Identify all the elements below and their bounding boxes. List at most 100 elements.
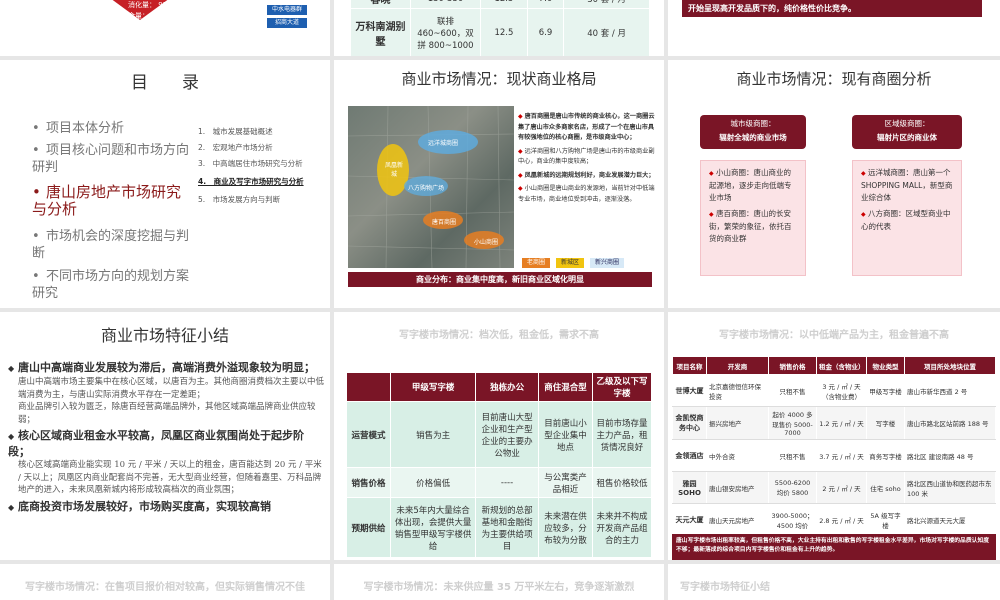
bullet-icon: ◆: [518, 185, 523, 192]
project-name-cell: 世博大厦: [672, 374, 707, 407]
column-header: 甲级写字楼: [389, 372, 477, 402]
table-cell: 30 套 / 月: [563, 0, 650, 9]
table-cell: 40 套 / 月: [563, 8, 650, 56]
table-header-row: 甲级写字楼 独栋办公 商住混合型 乙级及以下写字楼: [346, 372, 652, 402]
column-header: [346, 372, 391, 402]
villa-table: 春晓 130-330 12.5 7.0 30 套 / 月 万科南湖别墅 联排 4…: [350, 0, 650, 56]
satellite-map: 凤凰新城 远洋城商圈 八方购物广场 唐百商圈 小山商圈: [348, 106, 514, 268]
diamond-icon: ◆: [8, 502, 15, 512]
table-cell: 2.8 元 / ㎡ / 天: [816, 503, 867, 536]
table-row: 天元大厦 唐山天元房地产 3900-5000；4500 均价 2.8 元 / ㎡ / …: [672, 503, 996, 536]
slide-commercial-pattern[interactable]: 商业市场情况：现状商业格局 凤凰新城 远洋城商圈 八方购物广场 唐百商圈 小山商…: [334, 60, 664, 308]
toc-subitem[interactable]: 3. 中高端居住市场研究与分析: [198, 158, 303, 169]
column-header: 项目名称: [672, 356, 707, 375]
table-cell: 7.0: [526, 0, 565, 9]
slide-office-market[interactable]: 写字楼市场情况：档次低，租金低，需求不高 甲级写字楼 独栋办公 商住混合型 乙级…: [334, 312, 664, 560]
office-type-table: 甲级写字楼 独栋办公 商住混合型 乙级及以下写字楼 运营模式 销售为主 目前唐山…: [346, 372, 652, 558]
table-cell: 未来5年内大量综合体出现，会提供大量销售型甲级写字楼供给: [389, 497, 477, 558]
table-cell: 未来并不构成开发商产品组合的主力: [592, 497, 652, 558]
table-cell: 目前市场存量主力产品，租赁情况良好: [592, 401, 652, 468]
district-level-list: ◆ 远洋城商圈：唐山第一个 SHOPPING MALL，新型商业综合体 ◆ 八方…: [852, 160, 962, 276]
toc-item[interactable]: • 不同市场方向的规划方案研究: [32, 268, 192, 302]
table-cell: 12.5: [480, 0, 528, 9]
column-header: 开发商: [706, 356, 769, 375]
slide-district-analysis[interactable]: 商业市场情况：现有商圈分析 城市级商圈： 辐射全城的商业市场 区域级商圈： 辐射片区…: [668, 60, 1000, 308]
column-header: 项目所处地块位置: [904, 356, 996, 375]
competition-note: 开始呈现高开发品质下的，纯价格性价比竞争。: [682, 0, 982, 17]
slide-office-summary[interactable]: 写字楼市场特征小结: [668, 564, 1000, 600]
toc-item[interactable]: • 项目本体分析: [32, 120, 124, 137]
table-cell: 12.5: [480, 8, 528, 56]
map-label: 凤凰新城: [384, 162, 403, 178]
table-cell: 路北兴源道天元大厦: [904, 503, 996, 536]
column-header: 乙级及以下写字楼: [592, 372, 652, 402]
toc-subitem-active[interactable]: 4. 商业及写字市场研究与分析: [198, 176, 304, 187]
slide-toc[interactable]: 目 录 • 项目本体分析 • 项目核心问题和市场方向研判 • 唐山房地产市场研究与分析…: [0, 60, 330, 308]
slide-office-supply[interactable]: 写字楼市场情况：未来供应量 35 万平米左右，竞争逐渐激烈: [334, 564, 664, 600]
toc-subitem[interactable]: 2. 宏观地产市场分析: [198, 142, 273, 153]
toc-title: 目 录: [131, 73, 199, 93]
table-cell: 唐山市路北区站前路 188 号: [904, 406, 996, 440]
diamond-icon: ◆: [8, 432, 15, 441]
slide-commercial-summary[interactable]: 商业市场特征小结 ◆ 唐山中高端商业发展较为滞后，高端消费外溢现象较为明显； 唐…: [0, 312, 330, 560]
table-cell: ----: [475, 467, 539, 498]
table-row: 世博大厦 北京嘉德恒信环保投资 只租不售 3 元 / ㎡ / 天（含物业费） 甲级写字楼…: [672, 374, 996, 407]
map-label: 小山商圈: [474, 239, 499, 246]
slide-title: 商业市场情况：现有商圈分析: [736, 70, 932, 88]
slide-office-projects[interactable]: 写字楼市场情况：以中低端产品为主，租金普遍不高 项目名称 开发商 销售价格 租金…: [668, 312, 1000, 560]
project-name: 万科南湖别墅: [350, 8, 411, 56]
table-cell: 3 元 / ㎡ / 天（含物业费）: [816, 374, 867, 407]
table-cell: 只租不售: [768, 374, 817, 407]
bullet-icon: ◆: [518, 171, 523, 179]
table-cell: 目前唐山大型企业和生产型企业的主要办公物业: [475, 401, 539, 468]
table-cell: 北京嘉德恒信环保投资: [706, 374, 769, 407]
slide-office-pricing[interactable]: 写字楼市场情况：在售项目报价相对较高，但实际销售情况不佳: [0, 564, 330, 600]
table-cell: 销售为主: [389, 401, 477, 468]
table-cell: 5A 级写字楼: [866, 503, 905, 536]
toc-subitem[interactable]: 5. 市场发展方向与判断: [198, 194, 280, 205]
tag-box: 招商大道: [267, 18, 307, 28]
toc-item-active[interactable]: • 唐山房地产市场研究与分析: [32, 184, 194, 218]
table-cell: 新规划的总部基地和金融街为主要供给项目: [475, 497, 539, 558]
row-header: 销售价格: [346, 467, 391, 498]
bullet-item: ◆ 小山商圈是唐山商业的发源地，当前针对中低端专业市场，商业地位受到冲击，逐渐没…: [518, 185, 655, 203]
table-cell: 6.9: [526, 8, 565, 56]
toc-item[interactable]: • 市场机会的深度挖掘与判断: [32, 228, 192, 262]
table-cell: 目前唐山小型企业集中地点: [537, 401, 594, 468]
table-cell: 3.7 元 / ㎡ / 天: [816, 439, 867, 472]
table-row: 雅园 SOHO 唐山银安房地产 5500-6200 均价 5800 2 元 / ㎡ /…: [672, 471, 996, 504]
slide-title: 写字楼市场情况：档次低，租金低，需求不高: [399, 330, 599, 341]
slide-competition[interactable]: 开始呈现高开发品质下的，纯价格性价比竞争。: [668, 0, 1000, 56]
list-item: ◆ 小山商圈：唐山商业的起源地，逐步走向低端专业市场: [709, 168, 792, 202]
table-cell: 中外合资: [706, 439, 769, 472]
pattern-caption: 商业分布：商业集中度高，新旧商业区域化明显: [348, 272, 652, 287]
table-row: 金凯悦商务中心 振兴房地产 起价 4000 多现售价 5000-7000 1.2 元 …: [672, 406, 996, 440]
project-name-cell: 天元大厦: [672, 503, 707, 536]
slide-villa-table[interactable]: 春晓 130-330 12.5 7.0 30 套 / 月 万科南湖别墅 联排 4…: [334, 0, 664, 56]
table-header-row: 项目名称 开发商 销售价格 租金（含物业） 物业类型 项目所处地块位置: [672, 356, 996, 375]
slide-title: 商业市场情况：现状商业格局: [401, 70, 597, 88]
toc-item[interactable]: • 项目核心问题和市场方向研判: [32, 142, 192, 176]
list-item: ◆ 八方商圈：区域型商业中心的代表: [861, 209, 951, 231]
table-cell: 振兴房地产: [706, 406, 769, 440]
pattern-bullets: ◆ 唐百商圈是唐山市传统的商业核心，这一商圈云集了唐山市众多商家名店，形成了一个…: [518, 112, 656, 205]
projects-note: 唐山写字楼市场出租率较高，但租售价格不高，大业主持有出租和散售的写字楼租金水平差…: [672, 534, 996, 560]
list-item: ◆ 唐百商圈：唐山的长安街，繁荣的象征，依托百货的商业群: [709, 209, 792, 243]
table-cell: 130-330: [410, 0, 481, 9]
column-header: 销售价格: [768, 356, 817, 375]
table-cell: 路北区 建设南路 48 号: [904, 439, 996, 472]
slide-land-supply[interactable]: 消化量： 93 万 m² 余量： 322 万 m² 中水电器群 招商大道: [0, 0, 330, 56]
table-cell: 只租不售: [768, 439, 817, 472]
column-header: 物业类型: [866, 356, 905, 375]
table-cell: 2 元 / ㎡ / 天: [816, 471, 867, 504]
district-level-pill: 区域级商圈： 辐射片区的商业体: [852, 115, 962, 149]
table-cell: 春晓: [350, 0, 411, 9]
row-header: 运营模式: [346, 401, 391, 468]
column-header: 独栋办公: [475, 372, 539, 402]
legend-old: 老商圈: [522, 258, 550, 268]
bullet-item: ◆ 凤凰新城的远期规划利好，商业发展潜力巨大；: [518, 171, 655, 179]
bullet-item: ◆ 远洋商圈和八方购物广场是唐山市的市级商业副中心，商业的集中度较高；: [518, 147, 655, 166]
table-cell: 唐山天元房地产: [706, 503, 769, 536]
toc-subitem[interactable]: 1. 城市发展基础概述: [198, 126, 273, 137]
table-cell: 唐山银安房地产: [706, 471, 769, 504]
